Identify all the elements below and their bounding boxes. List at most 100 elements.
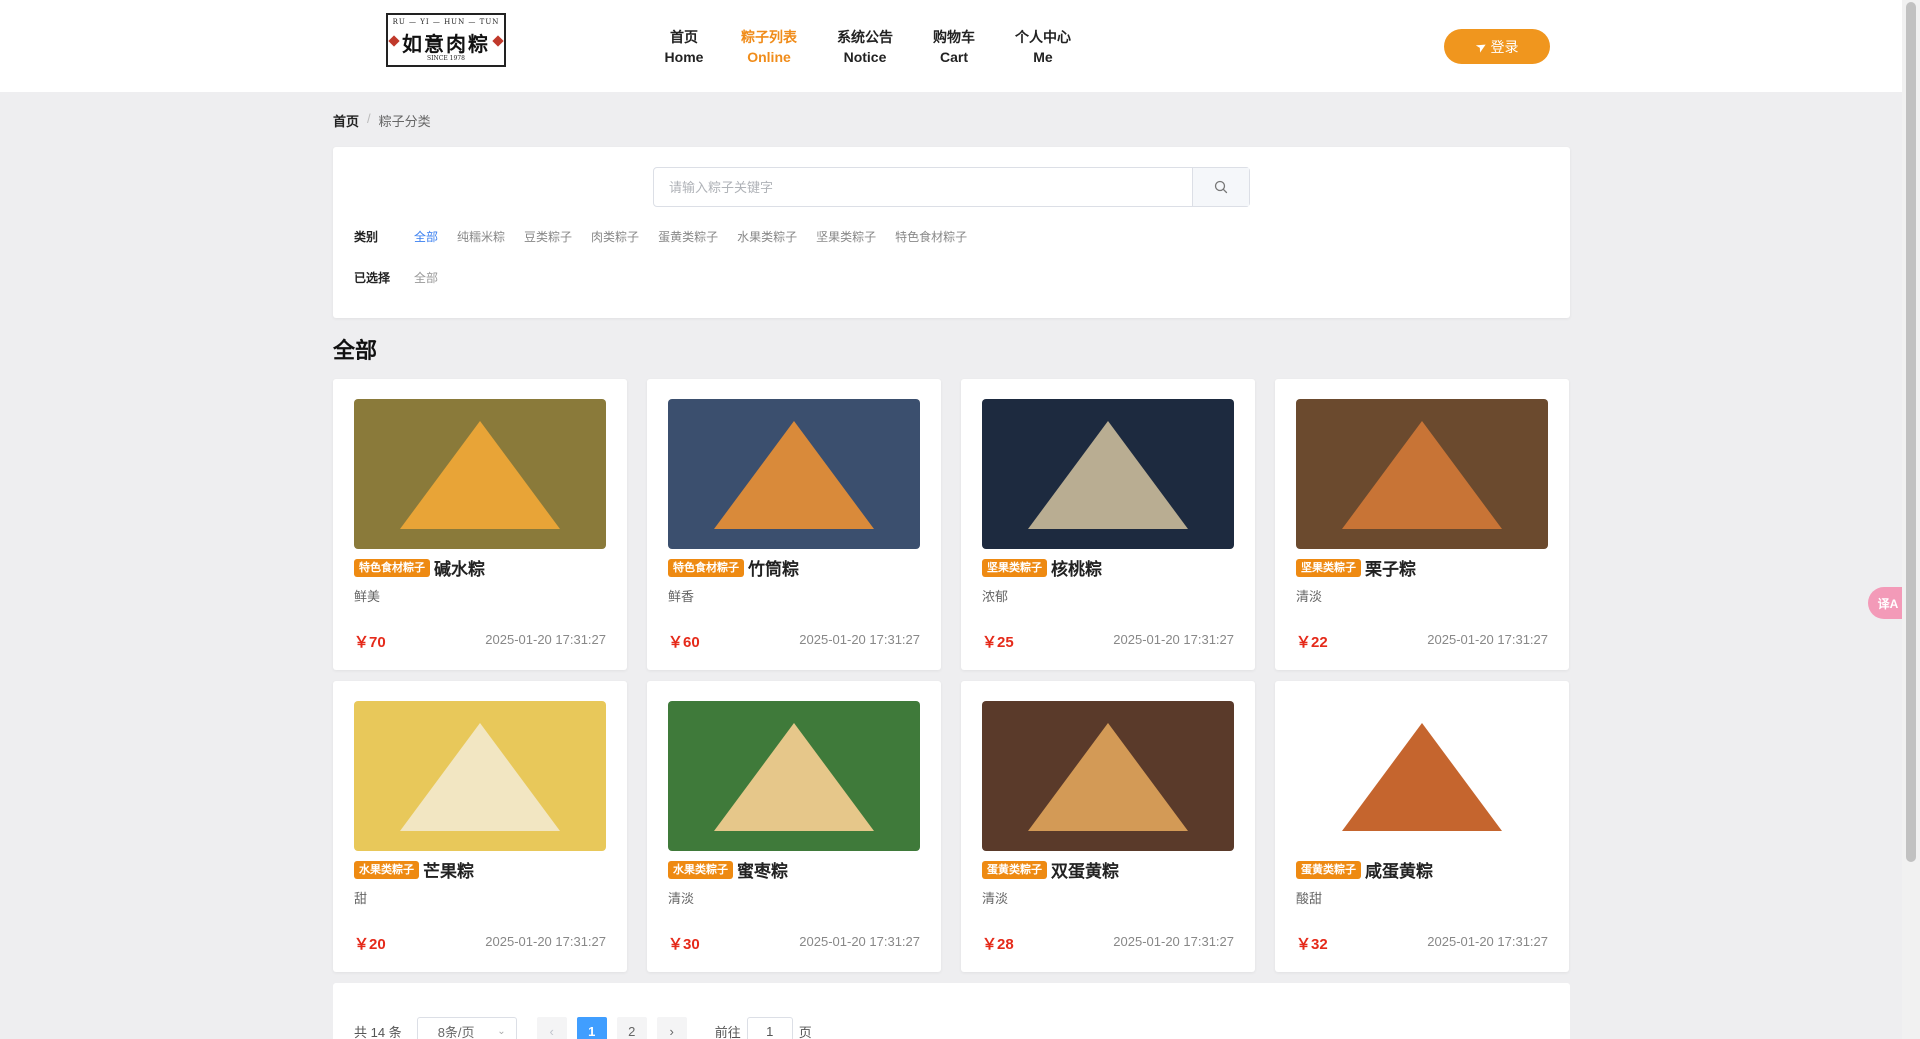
- product-image[interactable]: [982, 399, 1234, 549]
- brand-logo[interactable]: RU — YI — HUN — TUN 如意肉粽 SINCE 1978: [386, 13, 506, 67]
- product-image[interactable]: [982, 701, 1234, 851]
- category-badge: 蛋黄类粽子: [1296, 861, 1361, 879]
- product-image[interactable]: [1296, 399, 1548, 549]
- category-badge: 水果类粽子: [668, 861, 733, 879]
- category-option[interactable]: 特色食材粽子: [895, 228, 967, 245]
- product-date: 2025-01-20 17:31:27: [1427, 632, 1548, 647]
- goto-suffix: 页: [798, 1024, 812, 1039]
- search-button[interactable]: [1192, 168, 1249, 206]
- product-card[interactable]: 水果类粽子 蜜枣粽清淡 ￥30 2025-01-20 17:31:27: [647, 681, 941, 972]
- product-card[interactable]: 特色食材粽子 碱水粽鲜美 ￥70 2025-01-20 17:31:27: [333, 379, 627, 670]
- product-card[interactable]: 坚果类粽子 核桃粽 浓郁 ￥25 2025-01-20 17:31:27: [961, 379, 1255, 670]
- nav-me-zh: 个人中心: [1015, 29, 1071, 45]
- product-image[interactable]: [1296, 701, 1548, 851]
- category-option[interactable]: 坚果类粽子: [816, 228, 876, 245]
- product-date: 2025-01-20 17:31:27: [1113, 632, 1234, 647]
- chevron-right-icon: ›: [669, 1023, 674, 1039]
- category-badge: 特色食材粽子: [354, 559, 430, 577]
- nav-cart[interactable]: 购物车 Cart: [909, 28, 999, 68]
- pagination-panel: 共 14 条 8条/页 ⌄ ‹ 1 2 › 前往 页: [333, 983, 1570, 1039]
- nav-notice[interactable]: 系统公告 Notice: [820, 28, 910, 68]
- product-price: ￥30: [668, 936, 700, 953]
- product-name[interactable]: 碱水粽: [434, 555, 485, 580]
- product-date: 2025-01-20 17:31:27: [485, 632, 606, 647]
- product-date: 2025-01-20 17:31:27: [485, 934, 606, 949]
- product-card[interactable]: 坚果类粽子 栗子粽 清淡 ￥22 2025-01-20 17:31:27: [1275, 379, 1569, 670]
- logo-name: 如意肉粽: [402, 32, 490, 56]
- category-badge: 蛋黄类粽子: [982, 861, 1047, 879]
- breadcrumb-current: 粽子分类: [378, 114, 431, 129]
- product-description: 清淡: [668, 891, 695, 906]
- product-name[interactable]: 双蛋黄粽: [1051, 857, 1119, 882]
- category-option[interactable]: 全部: [414, 228, 438, 245]
- product-description: 酸甜: [1296, 891, 1323, 906]
- nav-online-en: Online: [747, 49, 791, 65]
- page-size-select[interactable]: 8条/页 ⌄: [416, 1017, 517, 1039]
- logo-since: SINCE 1978: [427, 55, 465, 62]
- prev-page-button[interactable]: ‹: [536, 1017, 567, 1039]
- login-button[interactable]: ➤ 登录: [1444, 29, 1550, 64]
- product-date: 2025-01-20 17:31:27: [799, 934, 920, 949]
- nav-online[interactable]: 粽子列表 Online: [724, 28, 814, 68]
- search-input[interactable]: [654, 168, 1192, 206]
- nav-cart-zh: 购物车: [933, 29, 975, 45]
- product-image[interactable]: [354, 701, 606, 851]
- product-description: 鲜美: [354, 589, 381, 604]
- product-name[interactable]: 蜜枣粽: [737, 857, 788, 882]
- breadcrumb-home[interactable]: 首页: [333, 111, 359, 130]
- product-date: 2025-01-20 17:31:27: [1427, 934, 1548, 949]
- product-image[interactable]: [668, 701, 920, 851]
- chevron-down-icon: ⌄: [497, 1025, 506, 1037]
- category-option[interactable]: 豆类粽子: [524, 228, 572, 245]
- chevron-left-icon: ‹: [549, 1023, 554, 1039]
- page-button-2[interactable]: 2: [616, 1017, 647, 1039]
- product-name[interactable]: 咸蛋黄粽: [1365, 857, 1433, 882]
- product-price: ￥32: [1296, 936, 1328, 953]
- product-name[interactable]: 竹筒粽: [748, 555, 799, 580]
- product-price: ￥25: [982, 634, 1014, 651]
- scrollbar-thumb[interactable]: [1906, 2, 1916, 862]
- nav-me[interactable]: 个人中心 Me: [998, 28, 1088, 68]
- product-description: 浓郁: [982, 589, 1009, 604]
- goto-page-input[interactable]: [746, 1017, 793, 1039]
- selected-label: 已选择: [354, 271, 391, 285]
- product-card[interactable]: 水果类粽子 芒果粽甜 ￥20 2025-01-20 17:31:27: [333, 681, 627, 972]
- category-option[interactable]: 纯糯米粽: [457, 228, 505, 245]
- page-button-1[interactable]: 1: [576, 1017, 607, 1039]
- nav-home[interactable]: 首页 Home: [639, 28, 729, 68]
- send-icon: ➤: [1472, 36, 1490, 56]
- product-card[interactable]: 蛋黄类粽子 咸蛋黄粽酸甜 ￥32 2025-01-20 17:31:27: [1275, 681, 1569, 972]
- category-label: 类别: [354, 230, 379, 244]
- product-description: 鲜香: [668, 589, 695, 604]
- nav-notice-zh: 系统公告: [837, 29, 893, 45]
- product-name[interactable]: 栗子粽: [1365, 555, 1416, 580]
- translate-icon: 译A: [1877, 596, 1899, 611]
- category-option[interactable]: 肉类粽子: [591, 228, 639, 245]
- product-price: ￥60: [668, 634, 700, 651]
- total-count: 共 14 条: [354, 1024, 402, 1039]
- breadcrumb-separator: /: [367, 111, 371, 126]
- product-description: 甜: [354, 891, 368, 906]
- product-name[interactable]: 芒果粽: [423, 857, 474, 882]
- next-page-button[interactable]: ›: [656, 1017, 687, 1039]
- product-price: ￥70: [354, 634, 386, 651]
- product-image[interactable]: [668, 399, 920, 549]
- filter-panel: 类别 全部 纯糯米粽 豆类粽子 肉类粽子 蛋黄类粽子 水果类粽子 坚果类粽子 特色食材粽子 已…: [333, 147, 1570, 318]
- category-option[interactable]: 蛋黄类粽子: [658, 228, 718, 245]
- product-description: 清淡: [982, 891, 1009, 906]
- page-size-value: 8条/页: [437, 1024, 475, 1039]
- product-image[interactable]: [354, 399, 606, 549]
- category-badge: 特色食材粽子: [668, 559, 744, 577]
- product-date: 2025-01-20 17:31:27: [799, 632, 920, 647]
- pagination: 共 14 条 8条/页 ⌄ ‹ 1 2 › 前往 页: [354, 1017, 812, 1039]
- top-header: RU — YI — HUN — TUN 如意肉粽 SINCE 1978 首页 H…: [0, 0, 1902, 92]
- category-option[interactable]: 水果类粽子: [737, 228, 797, 245]
- product-card[interactable]: 特色食材粽子 竹筒粽鲜香 ￥60 2025-01-20 17:31:27: [647, 379, 941, 670]
- category-badge: 坚果类粽子: [1296, 559, 1361, 577]
- section-title: 全部: [333, 338, 378, 363]
- product-card[interactable]: 蛋黄类粽子 双蛋黄粽 清淡 ￥28 2025-01-20 17:31:27: [961, 681, 1255, 972]
- nav-notice-en: Notice: [843, 49, 887, 65]
- product-price: ￥20: [354, 936, 386, 953]
- page-scrollbar[interactable]: [1902, 0, 1920, 1039]
- product-name[interactable]: 核桃粽: [1051, 555, 1102, 580]
